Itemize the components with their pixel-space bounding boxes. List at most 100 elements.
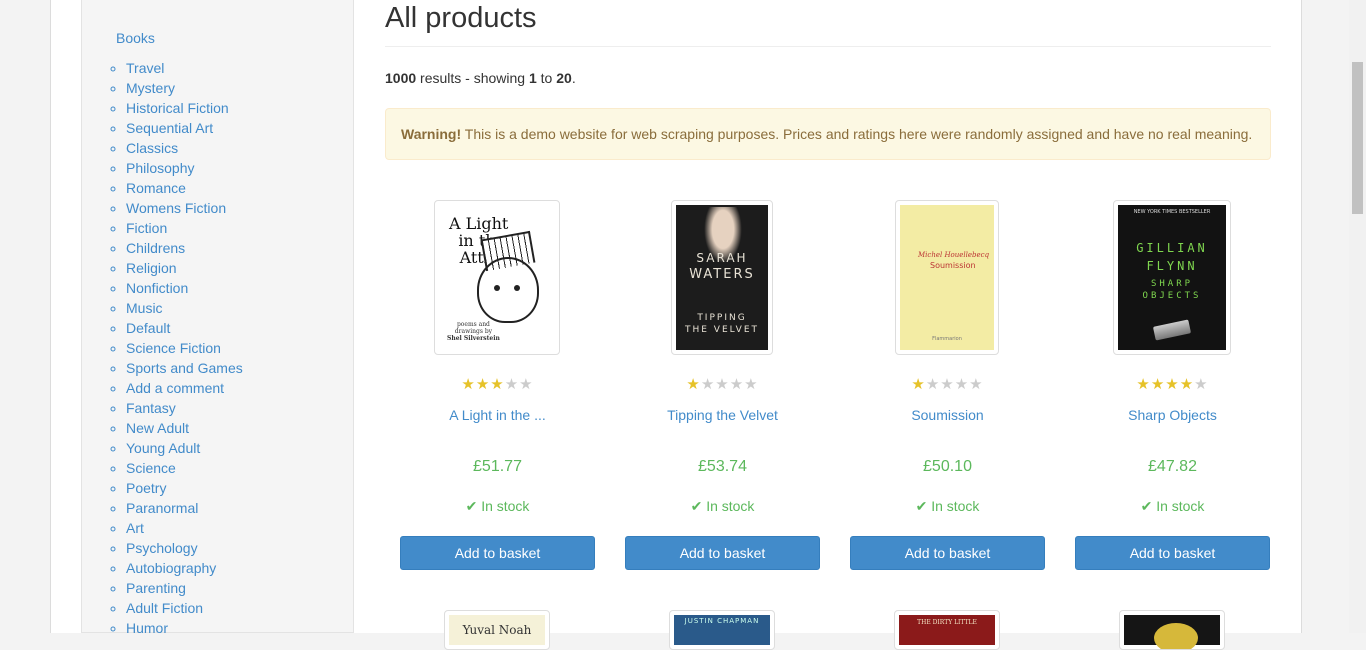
star-icon: ★	[700, 376, 716, 393]
category-link[interactable]: Nonfiction	[126, 280, 188, 296]
category-link[interactable]: Sports and Games	[126, 360, 243, 376]
cover-title-line: TIPPING	[697, 313, 747, 323]
category-list-item: Religion	[126, 258, 243, 278]
category-link[interactable]: Music	[126, 300, 163, 316]
book-cover: SARAH WATERS TIPPING THE VELVET	[676, 205, 768, 350]
category-link[interactable]: Art	[126, 520, 144, 536]
star-rating: ★★★★★	[400, 376, 595, 394]
star-icon: ★	[1179, 376, 1195, 393]
product-title-link[interactable]: A Light in the ...	[400, 406, 595, 424]
category-link[interactable]: Default	[126, 320, 170, 336]
category-link[interactable]: Fantasy	[126, 400, 176, 416]
product-image-link[interactable]: SARAH WATERS TIPPING THE VELVET	[671, 200, 773, 355]
category-link[interactable]: Paranormal	[126, 500, 198, 516]
star-icon: ★	[1150, 376, 1166, 393]
star-icon: ★	[490, 376, 505, 393]
star-icon: ★	[969, 376, 984, 393]
cover-illustration-face	[477, 257, 539, 323]
cover-illustration-blade	[1152, 319, 1192, 341]
category-link[interactable]: Add a comment	[126, 380, 224, 396]
cover-subtitle: poems and drawings by Shel Silverstein	[447, 321, 500, 342]
category-link[interactable]: Parenting	[126, 580, 186, 596]
product-title-link[interactable]: Soumission	[850, 406, 1045, 424]
results-from: 1	[528, 70, 537, 86]
category-list-item: Paranormal	[126, 498, 243, 518]
category-link[interactable]: Travel	[126, 60, 164, 76]
category-link[interactable]: Childrens	[126, 240, 185, 256]
add-to-basket-button[interactable]: Add to basket	[400, 536, 595, 570]
check-icon: ✔	[1140, 498, 1153, 514]
availability-text: In stock	[706, 498, 755, 514]
category-link[interactable]: Mystery	[126, 80, 175, 96]
star-icon: ★	[911, 376, 926, 393]
category-link[interactable]: Psychology	[126, 540, 198, 556]
check-icon: ✔	[915, 498, 928, 514]
category-link[interactable]: Autobiography	[126, 560, 216, 576]
results-text: results - showing	[416, 70, 529, 86]
category-list-item: Romance	[126, 178, 243, 198]
category-link[interactable]: Philosophy	[126, 160, 195, 176]
warning-alert: Warning! This is a demo website for web …	[385, 108, 1271, 160]
star-icon: ★	[940, 376, 955, 393]
category-link[interactable]: Humor	[126, 620, 168, 636]
add-to-basket-button[interactable]: Add to basket	[1075, 536, 1270, 570]
star-icon: ★	[925, 376, 941, 393]
category-link[interactable]: Young Adult	[126, 440, 200, 456]
category-link[interactable]: Science	[126, 460, 176, 476]
product-image-link[interactable]: Michel Houellebecq Soumission Flammarion	[895, 200, 999, 355]
availability-text: In stock	[931, 498, 980, 514]
category-list-item: Science Fiction	[126, 338, 243, 358]
product-image-link[interactable]: THE DIRTY LITTLE	[894, 610, 1000, 650]
category-books-link[interactable]: Books	[116, 30, 155, 46]
product-image-link[interactable]: A Light in the Attic poems and drawings …	[434, 200, 560, 355]
category-list-item: Fantasy	[126, 398, 243, 418]
add-to-basket-button[interactable]: Add to basket	[625, 536, 820, 570]
category-link[interactable]: Fiction	[126, 220, 167, 236]
category-link[interactable]: Science Fiction	[126, 340, 221, 356]
category-link[interactable]: Sequential Art	[126, 120, 213, 136]
category-list: Travel Mystery Historical Fiction Sequentia…	[82, 58, 243, 638]
cover-illustration-eye	[494, 285, 500, 291]
category-link[interactable]: Poetry	[126, 480, 166, 496]
product-image-link[interactable]: Yuval Noah	[444, 610, 550, 650]
book-cover	[1124, 615, 1220, 649]
availability: ✔ In stock	[400, 497, 595, 515]
availability-text: In stock	[1156, 498, 1205, 514]
page-title: All products	[385, 2, 537, 34]
add-to-basket-button[interactable]: Add to basket	[850, 536, 1045, 570]
page-container: Books Travel Mystery Historical Fiction Seq…	[50, 0, 1302, 650]
product-title-link[interactable]: Tipping the Velvet	[625, 406, 820, 424]
product-image-link[interactable]: NEW YORK TIMES BESTSELLER GILLIAN FLYNN …	[1113, 200, 1231, 355]
product-price: £53.74	[698, 458, 747, 475]
category-link[interactable]: Historical Fiction	[126, 100, 229, 116]
book-cover: Yuval Noah	[449, 615, 545, 645]
star-icon: ★	[1136, 376, 1151, 393]
category-link[interactable]: New Adult	[126, 420, 189, 436]
category-link[interactable]: Classics	[126, 140, 178, 156]
star-icon: ★	[744, 376, 759, 393]
cover-author-line: GILLIAN	[1136, 241, 1208, 255]
main-content: All products 1000 results - showing 1 to…	[385, 0, 1271, 650]
cover-author-line: SARAH	[696, 251, 748, 265]
star-icon: ★	[1165, 376, 1180, 393]
category-link[interactable]: Romance	[126, 180, 186, 196]
product-image-link[interactable]: JUSTIN CHAPMAN	[669, 610, 775, 650]
category-list-item: Humor	[126, 618, 243, 638]
cover-sub-line: Shel Silverstein	[447, 335, 500, 342]
alert-strong: Warning!	[401, 126, 462, 142]
cover-author-line: WATERS	[689, 267, 755, 282]
cover-title-line: A Light	[449, 214, 509, 233]
scrollbar-thumb[interactable]	[1352, 62, 1363, 214]
cover-illustration	[1154, 623, 1198, 649]
star-icon: ★	[715, 376, 730, 393]
results-to: 20	[556, 70, 572, 86]
product-image-link[interactable]	[1119, 610, 1225, 650]
cover-title: Soumission	[930, 261, 976, 270]
vertical-scrollbar[interactable]	[1349, 0, 1366, 633]
star-icon: ★	[519, 376, 534, 393]
category-link[interactable]: Adult Fiction	[126, 600, 203, 616]
category-link[interactable]: Religion	[126, 260, 177, 276]
product-title-link[interactable]: Sharp Objects	[1075, 406, 1270, 424]
book-cover: Michel Houellebecq Soumission Flammarion	[900, 205, 994, 350]
category-link[interactable]: Womens Fiction	[126, 200, 226, 216]
